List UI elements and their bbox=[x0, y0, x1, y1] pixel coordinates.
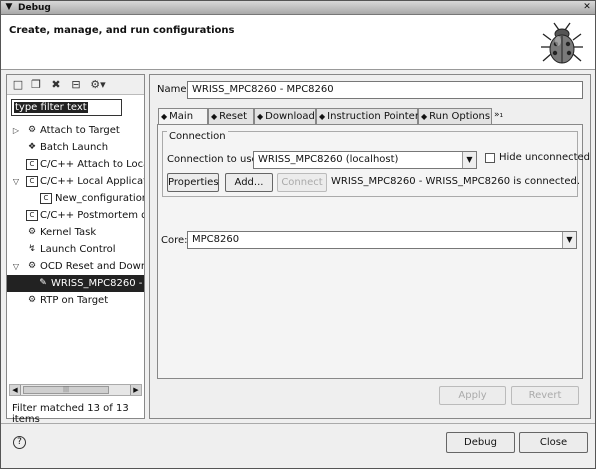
debug-dialog: ▼ Debug ✕ Create, manage, and run config… bbox=[0, 0, 596, 469]
main-tab-icon: ◆ bbox=[161, 112, 168, 121]
close-button[interactable]: Close bbox=[519, 432, 588, 453]
connection-label: Connection to use: bbox=[167, 154, 262, 165]
kernel-icon: ⚙ bbox=[27, 227, 37, 237]
connection-group: Connection Connection to use: WRISS_MPC8… bbox=[162, 131, 590, 197]
more-tabs-icon[interactable]: »₁ bbox=[494, 108, 503, 122]
c-icon: C bbox=[40, 193, 52, 204]
launch-icon: ↯ bbox=[28, 244, 36, 254]
collapse-icon[interactable]: ▽ bbox=[12, 173, 20, 190]
run-options-tab-icon: ◆ bbox=[421, 112, 428, 121]
chevron-down-icon[interactable]: ▼ bbox=[562, 232, 576, 248]
tree-item-batch-launch[interactable]: ❖ Batch Launch bbox=[7, 139, 144, 156]
duplicate-icon[interactable]: ❐ bbox=[29, 78, 43, 92]
tab-main[interactable]: ◆ Main bbox=[158, 108, 208, 125]
title-bar[interactable]: ▼ Debug ✕ bbox=[1, 1, 595, 15]
collapse-all-icon[interactable]: ⊟ bbox=[69, 78, 83, 92]
config-toolbar: □ ❐ ✖ ⊟ ⚙▾ bbox=[7, 75, 144, 95]
rtp-icon: ⚙ bbox=[27, 295, 37, 305]
tree-item-launch-control[interactable]: ↯ Launch Control bbox=[7, 241, 144, 258]
window-title: Debug bbox=[18, 3, 51, 13]
tab-reset[interactable]: ◆ Reset bbox=[208, 108, 254, 124]
tab-run-options[interactable]: ◆ Run Options bbox=[418, 108, 492, 124]
chevron-down-icon[interactable]: ▼ bbox=[462, 152, 476, 168]
download-tab-icon: ◆ bbox=[257, 112, 264, 121]
main-tab-panel: Connection Connection to use: WRISS_MPC8… bbox=[157, 124, 590, 379]
hide-unconnected-checkbox[interactable] bbox=[485, 153, 495, 163]
tree-item-label: Attach to Target bbox=[40, 125, 120, 136]
connection-status: WRISS_MPC8260 - WRISS_MPC8260 is connect… bbox=[331, 176, 580, 187]
tree-item-ocd-reset-download[interactable]: ▽ ⚙ OCD Reset and Downl bbox=[7, 258, 144, 275]
expand-icon[interactable]: ▷ bbox=[12, 122, 20, 139]
help-icon[interactable]: ? bbox=[13, 436, 26, 449]
tree-item-label: Batch Launch bbox=[40, 142, 109, 153]
dialog-footer: ? Debug Close bbox=[1, 423, 595, 468]
tree-item-kernel-task[interactable]: ⚙ Kernel Task bbox=[7, 224, 144, 241]
reset-tab-icon: ◆ bbox=[211, 112, 218, 121]
c-icon: C bbox=[26, 159, 38, 170]
window-menu-icon[interactable]: ▼ bbox=[3, 2, 15, 13]
tree-item-label: Launch Control bbox=[40, 244, 116, 255]
tree-item-label: Kernel Task bbox=[40, 227, 97, 238]
hide-unconnected-label: Hide unconnected bbox=[499, 152, 591, 163]
tree-item-cpp-attach-local[interactable]: C C/C++ Attach to Local bbox=[7, 156, 144, 173]
connection-select[interactable]: WRISS_MPC8260 (localhost) ▼ bbox=[253, 151, 477, 169]
new-config-icon[interactable]: □ bbox=[11, 78, 25, 92]
tab-instruction-pointer[interactable]: ◆ Instruction Pointer bbox=[316, 108, 419, 124]
tree-item-rtp-on-target[interactable]: ⚙ RTP on Target bbox=[7, 292, 144, 309]
instruction-pointer-tab-icon: ◆ bbox=[319, 112, 326, 121]
tree-item-cpp-local-application[interactable]: ▽ C C/C++ Local Applicatio bbox=[7, 173, 144, 190]
c-icon: C bbox=[26, 176, 38, 187]
tree-item-label: New_configuration bbox=[55, 193, 144, 204]
filter-icon[interactable]: ⚙▾ bbox=[87, 78, 109, 92]
connect-button[interactable]: Connect bbox=[277, 173, 327, 192]
tree-item-new-configuration[interactable]: C New_configuration bbox=[7, 190, 144, 207]
filter-input[interactable]: type filter text bbox=[11, 99, 122, 116]
ocd-icon: ✎ bbox=[39, 278, 47, 288]
collapse-icon[interactable]: ▽ bbox=[12, 258, 20, 275]
tree-item-cpp-postmortem[interactable]: C C/C++ Postmortem del bbox=[7, 207, 144, 224]
configuration-editor: Name: WRISS_MPC8260 - MPC8260 ◆ Main ◆ Res… bbox=[149, 74, 591, 419]
header-title: Create, manage, and run configurations bbox=[9, 25, 235, 36]
properties-button[interactable]: Properties bbox=[167, 173, 219, 192]
tree-item-label: C/C++ Postmortem del bbox=[40, 210, 144, 221]
scroll-right-icon[interactable]: ▶ bbox=[130, 385, 141, 395]
tree-item-wriss-mpc8260[interactable]: ✎ WRISS_MPC8260 - bbox=[7, 275, 144, 292]
revert-button[interactable]: Revert bbox=[511, 386, 579, 405]
name-label: Name: bbox=[157, 84, 190, 95]
core-label: Core: bbox=[161, 235, 188, 246]
configuration-list-pane: □ ❐ ✖ ⊟ ⚙▾ type filter text ▷ ⚙ Attach t… bbox=[6, 74, 145, 425]
tree-item-label: C/C++ Local Applicatio bbox=[40, 176, 144, 187]
filter-status: Filter matched 13 of 13 items bbox=[12, 403, 129, 425]
add-button[interactable]: Add... bbox=[225, 173, 273, 192]
ocd-icon: ⚙ bbox=[27, 261, 37, 271]
scrollbar-thumb[interactable]: ||| bbox=[23, 386, 109, 394]
connection-group-title: Connection bbox=[167, 131, 228, 142]
delete-icon[interactable]: ✖ bbox=[49, 78, 63, 92]
scroll-left-icon[interactable]: ◀ bbox=[10, 385, 21, 395]
c-icon: C bbox=[26, 210, 38, 221]
tree-item-label: C/C++ Attach to Local bbox=[40, 159, 144, 170]
dialog-header: Create, manage, and run configurations bbox=[1, 15, 595, 70]
horizontal-scrollbar[interactable]: ◀ ||| ▶ bbox=[9, 384, 142, 396]
attach-icon: ⚙ bbox=[27, 125, 37, 135]
batch-icon: ❖ bbox=[27, 142, 37, 152]
tree-item-label: RTP on Target bbox=[40, 295, 109, 306]
close-window-icon[interactable]: ✕ bbox=[581, 2, 593, 13]
apply-button[interactable]: Apply bbox=[439, 386, 506, 405]
bug-icon bbox=[541, 22, 583, 64]
tab-download[interactable]: ◆ Download bbox=[254, 108, 316, 124]
debug-button[interactable]: Debug bbox=[446, 432, 515, 453]
tree-item-label: OCD Reset and Downl bbox=[40, 261, 144, 272]
name-input[interactable]: WRISS_MPC8260 - MPC8260 bbox=[187, 81, 583, 99]
tree-item-attach-to-target[interactable]: ▷ ⚙ Attach to Target bbox=[7, 122, 144, 139]
config-tree: ▷ ⚙ Attach to Target ❖ Batch Launch C C/… bbox=[7, 122, 144, 309]
core-select[interactable]: MPC8260 ▼ bbox=[187, 231, 577, 249]
tree-item-label: WRISS_MPC8260 - bbox=[51, 278, 143, 289]
